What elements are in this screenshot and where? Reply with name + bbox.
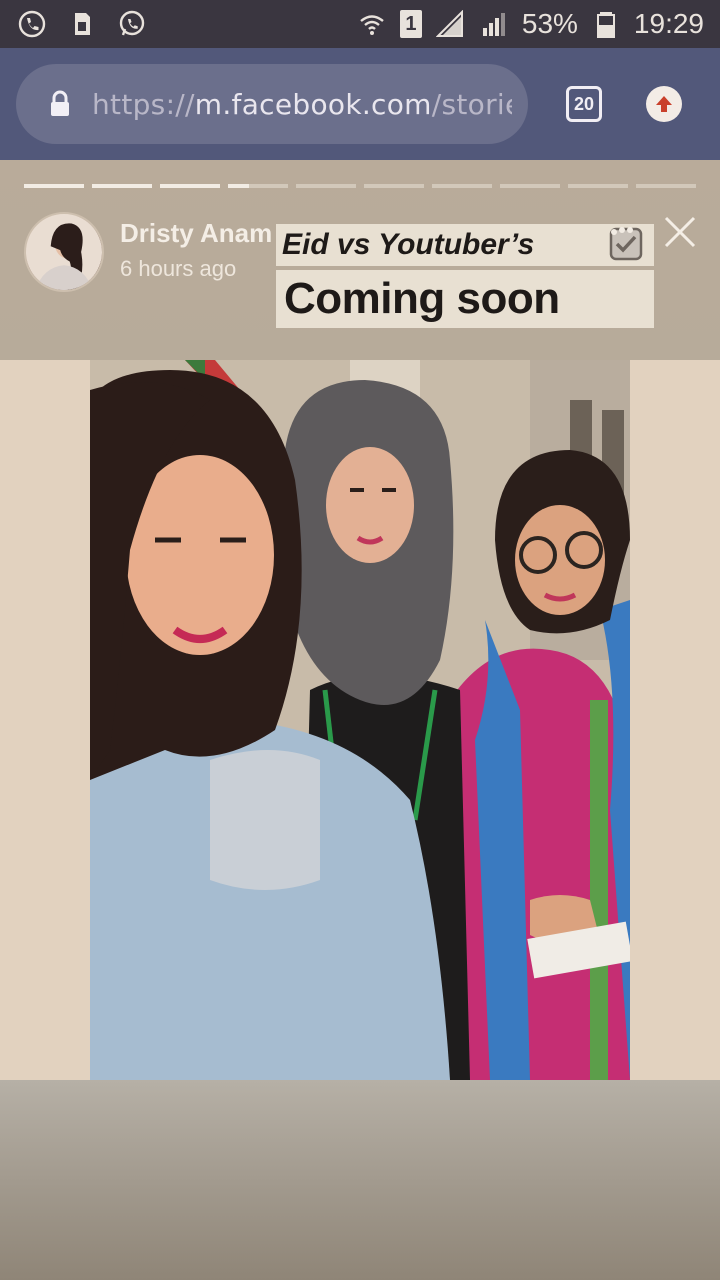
progress-segment: [228, 184, 288, 188]
progress-segment: [296, 184, 356, 188]
story-caption-line1: Eid vs Youtuber’s: [276, 224, 654, 266]
avatar[interactable]: [24, 212, 104, 292]
wifi-icon: [356, 8, 388, 40]
upload-button[interactable]: [646, 86, 682, 122]
progress-fill: [92, 184, 152, 188]
whatsapp-icon: [116, 8, 148, 40]
checkbox-icon: [609, 227, 643, 261]
progress-segment: [92, 184, 152, 188]
story-time: 6 hours ago: [120, 256, 237, 281]
arrow-up-icon: [656, 96, 672, 112]
battery-percent: 53%: [521, 8, 578, 39]
progress-segment: [568, 184, 628, 188]
sim-card-icon: [66, 8, 98, 40]
url-host: m.facebook.com: [194, 87, 432, 121]
progress-fill: [228, 184, 249, 188]
progress-segment: [500, 184, 560, 188]
address-bar[interactable]: https://m.facebook.com/storie: [16, 64, 528, 144]
progress-fill: [24, 184, 84, 188]
status-bar: 1 53% 19:29: [0, 0, 720, 48]
progress-fill: [160, 184, 220, 188]
story-photo: [90, 360, 630, 1080]
story-progress: [24, 184, 696, 188]
tabs-count-button[interactable]: 20: [566, 86, 602, 122]
url-protocol: https://: [92, 87, 195, 121]
signal-icon: [434, 8, 466, 40]
close-button[interactable]: [660, 212, 700, 252]
url-text[interactable]: https://m.facebook.com/storie: [92, 88, 512, 121]
clock: 19:29: [633, 8, 704, 39]
browser-toolbar: https://m.facebook.com/storie 20: [0, 48, 720, 160]
sim-slot-badge: 1: [399, 10, 422, 38]
story-author[interactable]: Dristy Anam: [120, 218, 272, 249]
close-icon: [664, 216, 696, 248]
progress-segment: [432, 184, 492, 188]
url-path: /storie: [431, 87, 512, 121]
progress-segment: [160, 184, 220, 188]
lock-icon: [51, 90, 69, 116]
progress-segment: [364, 184, 424, 188]
battery-icon: [590, 8, 622, 40]
story-viewer[interactable]: Dristy Anam 6 hours ago Eid vs Youtuber’…: [0, 160, 720, 1280]
progress-segment: [24, 184, 84, 188]
phone-icon: [16, 8, 48, 40]
story-caption-line2: Coming soon: [276, 270, 654, 328]
progress-segment: [636, 184, 696, 188]
signal-2-icon: [478, 8, 510, 40]
